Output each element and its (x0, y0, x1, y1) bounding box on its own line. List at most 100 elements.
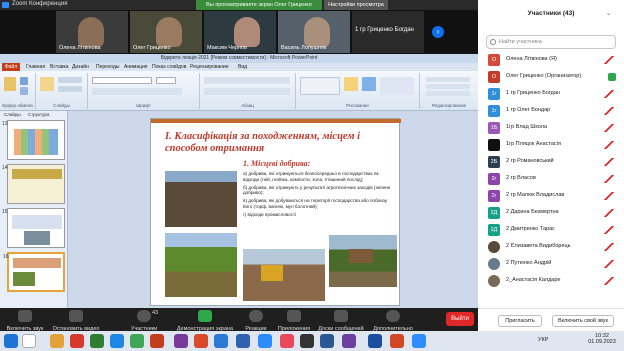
cut-icon[interactable] (20, 77, 28, 85)
participant-row[interactable]: 2Б 2 гр Романовський (486, 154, 618, 171)
participant-row[interactable]: 2 Єлизавета Видиборець (486, 239, 618, 256)
ppt-tab[interactable]: Главная (26, 64, 45, 70)
participant-row[interactable]: 2_Анастасія Калдаре (486, 273, 618, 290)
invite-button[interactable]: Пригласить (498, 315, 542, 327)
app-icon[interactable] (320, 334, 334, 348)
shape-fill-options[interactable] (380, 77, 414, 95)
participant-row[interactable]: 2г 2 гр Малюк Владислав (486, 188, 618, 205)
video-tile[interactable]: Олена Літвінова (56, 11, 128, 53)
video-tile[interactable]: Олег Гриценко (130, 11, 202, 53)
chevron-down-icon[interactable]: ⌄ (606, 10, 616, 20)
participant-search-input[interactable]: Найти участника (486, 35, 616, 49)
zoom-taskbar-icon[interactable] (412, 334, 426, 348)
edge-icon[interactable] (214, 334, 228, 348)
participant-row[interactable]: О Олег Гриценко (Организатор) (486, 69, 618, 86)
participant-row[interactable]: 2Д 2 Дарина Безмертна (486, 205, 618, 222)
font-format-buttons[interactable] (92, 88, 182, 95)
excel-icon[interactable] (90, 334, 104, 348)
font-size-select[interactable] (156, 77, 176, 84)
ppt-tab[interactable]: Дизайн (72, 64, 89, 70)
ppt-tab[interactable]: Вставка (50, 64, 69, 70)
ppt-file-tab[interactable]: Файл (2, 63, 20, 71)
find-button[interactable] (426, 77, 470, 82)
new-slide-icon[interactable] (40, 77, 54, 91)
participant-name: 2 Дмитренко Тарас (506, 226, 555, 232)
slide-thumbnail[interactable]: 15 (2, 208, 65, 248)
slide-thumbnail[interactable]: 13 (2, 120, 65, 160)
zoom-taskbar-icon[interactable] (258, 334, 272, 348)
app-icon[interactable] (280, 334, 294, 348)
participant-row[interactable]: 1г 1 гр Олег Бондар (486, 103, 618, 120)
ribbon-group-slides: Слайды (36, 73, 88, 109)
participants-button[interactable]: 43 Участники (124, 310, 164, 332)
ribbon-group-clipboard: Буфер обмена (0, 73, 36, 109)
leave-button[interactable]: Выйти (446, 312, 474, 326)
slide-thumbnail-selected[interactable]: 16 (3, 252, 65, 292)
participant-name: 2 гр Власов (506, 175, 536, 181)
share-screen-button[interactable]: Демонстрация экрана (176, 310, 234, 332)
onenote-icon[interactable] (174, 334, 188, 348)
shapes-gallery[interactable] (300, 77, 340, 95)
participant-row[interactable]: 1Б 1гр Влад Школа (486, 120, 618, 137)
thumbnail-chart (14, 129, 58, 155)
align-buttons[interactable] (204, 88, 290, 95)
participant-row[interactable]: 2г 2 гр Власов (486, 171, 618, 188)
start-icon[interactable] (4, 334, 18, 348)
arrange-icon[interactable] (344, 77, 358, 91)
unmute-self-button[interactable]: Включить свой звук (552, 315, 614, 327)
font-name-select[interactable] (92, 77, 152, 84)
participant-row[interactable]: 1г 1 гр Гриценко Богдан (486, 86, 618, 103)
powerpoint-icon[interactable] (150, 334, 164, 348)
powerpoint-icon[interactable] (390, 334, 404, 348)
ppt-title: Відкрите лекція 2021 [Режим совместимост… (0, 54, 478, 63)
app-icon[interactable] (342, 334, 356, 348)
avatar: 2г (488, 173, 500, 185)
search-taskbar-icon[interactable] (22, 334, 36, 348)
copy-icon[interactable] (20, 87, 28, 95)
video-tile[interactable]: 1 гр Гриценко Богдан (352, 11, 424, 53)
slide-thumbnail[interactable]: 14 (2, 164, 65, 204)
microphone-muted-icon (602, 175, 616, 183)
office-icon[interactable] (194, 334, 208, 348)
list-buttons[interactable] (204, 77, 290, 84)
ppt-tab[interactable]: Анимация (124, 64, 147, 70)
clock[interactable]: 10:32 01.09.2023 (584, 333, 620, 345)
ppt-tab[interactable]: Рецензирование (190, 64, 229, 70)
reactions-button[interactable]: Реакции (240, 310, 272, 332)
whiteboards-button[interactable]: Доски сообщений (316, 310, 366, 332)
more-button[interactable]: Дополнительно (370, 310, 416, 332)
participant-row[interactable]: 2 Путюнко Андрій (486, 256, 618, 273)
tab-outline[interactable]: Структура (28, 112, 49, 117)
file-explorer-icon[interactable] (50, 334, 64, 348)
video-tile[interactable]: Максим Чернов (204, 11, 276, 53)
opera-icon[interactable] (70, 334, 84, 348)
app-icon[interactable] (236, 334, 250, 348)
next-page-icon[interactable]: › (432, 26, 444, 38)
ppt-tab[interactable]: Вид (238, 64, 247, 70)
select-button[interactable] (426, 91, 470, 96)
tab-slides[interactable]: Слайды (4, 112, 21, 117)
word-icon[interactable] (368, 334, 382, 348)
language-indicator[interactable]: УКР (538, 337, 548, 343)
participant-video (304, 17, 330, 47)
stop-video-button[interactable]: Остановить видео (52, 310, 100, 332)
paste-icon[interactable] (4, 77, 16, 91)
replace-button[interactable] (426, 84, 470, 89)
view-options-button[interactable]: Настройки просмотра (324, 0, 388, 10)
ppt-tab[interactable]: Показ слайдов (152, 64, 186, 70)
reset-icon[interactable] (58, 86, 82, 92)
quick-styles-icon[interactable] (362, 77, 376, 91)
participant-row[interactable]: О Олена Літвінова (Я) (486, 52, 618, 69)
app-icon[interactable] (300, 334, 314, 348)
layout-icon[interactable] (58, 77, 82, 83)
excavator-photo (243, 249, 325, 301)
chrome-icon[interactable] (110, 334, 124, 348)
unmute-button[interactable]: Включить звук (4, 310, 46, 332)
participant-row[interactable]: 1гр Пляцок Анастасія (486, 137, 618, 154)
microphone-muted-icon (18, 310, 32, 322)
apps-button[interactable]: Приложения (276, 310, 312, 332)
participant-row[interactable]: 2Д 2 Дмитренко Тарас (486, 222, 618, 239)
ppt-tab[interactable]: Переходы (96, 64, 119, 70)
app-icon[interactable] (130, 334, 144, 348)
video-tile[interactable]: Василь Лолушняк (278, 11, 350, 53)
